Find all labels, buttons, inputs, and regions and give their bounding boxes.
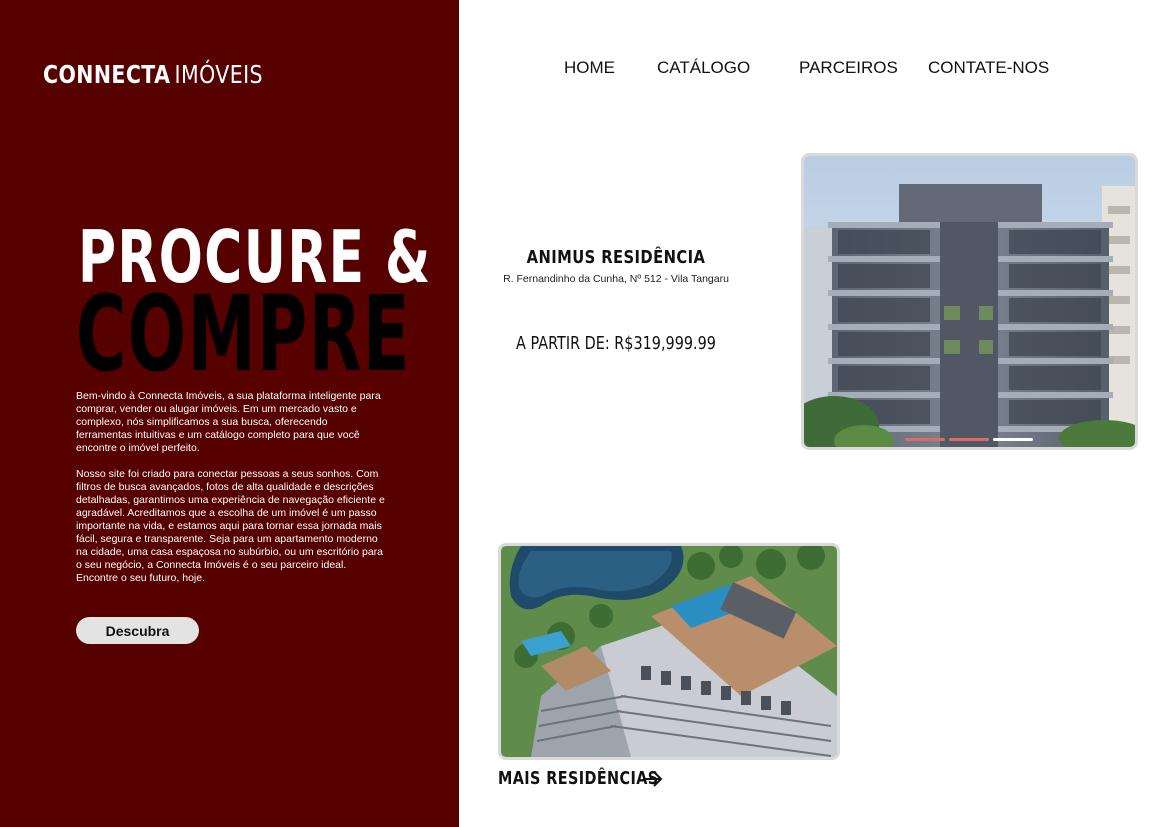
nav-contact[interactable]: CONTATE-NOS (928, 58, 1049, 78)
property-title[interactable]: ANIMUS RESIDÊNCIA (519, 247, 713, 268)
more-residences-label: MAIS RESIDÊNCIAS (498, 768, 659, 789)
carousel-dot-active[interactable] (993, 438, 1033, 441)
building-facade-image (804, 156, 1135, 447)
discover-button[interactable]: Descubra (76, 617, 199, 644)
carousel-dots (905, 438, 1033, 441)
residence-aerial-photo[interactable] (498, 543, 840, 760)
nav-home[interactable]: HOME (564, 58, 615, 78)
hero-panel: CONNECTA IMÓVEIS PROCURE & COMPRE Bem-vi… (0, 0, 459, 827)
intro-text: Bem-vindo à Connecta Imóveis, a sua plat… (76, 390, 386, 598)
property-price: A PARTIR DE: R$319,999.99 (516, 333, 716, 354)
aerial-building-image (501, 546, 837, 757)
featured-property-photo[interactable] (801, 153, 1138, 450)
main-nav: HOME CATÁLOGO PARCEIROS CONTATE-NOS (0, 58, 1161, 82)
intro-paragraph: Bem-vindo à Connecta Imóveis, a sua plat… (76, 390, 381, 454)
intro-paragraph: Nosso site foi criado para conectar pess… (76, 468, 385, 584)
hero-heading-line2: COMPRE (76, 273, 412, 395)
property-address: R. Fernandinho da Cunha, Nº 512 - Vila T… (503, 273, 729, 285)
carousel-dot[interactable] (949, 438, 989, 441)
nav-partners[interactable]: PARCEIROS (799, 58, 898, 78)
carousel-dot[interactable] (905, 438, 945, 441)
more-residences-link[interactable]: MAIS RESIDÊNCIAS (498, 768, 664, 789)
nav-catalog[interactable]: CATÁLOGO (657, 58, 750, 78)
